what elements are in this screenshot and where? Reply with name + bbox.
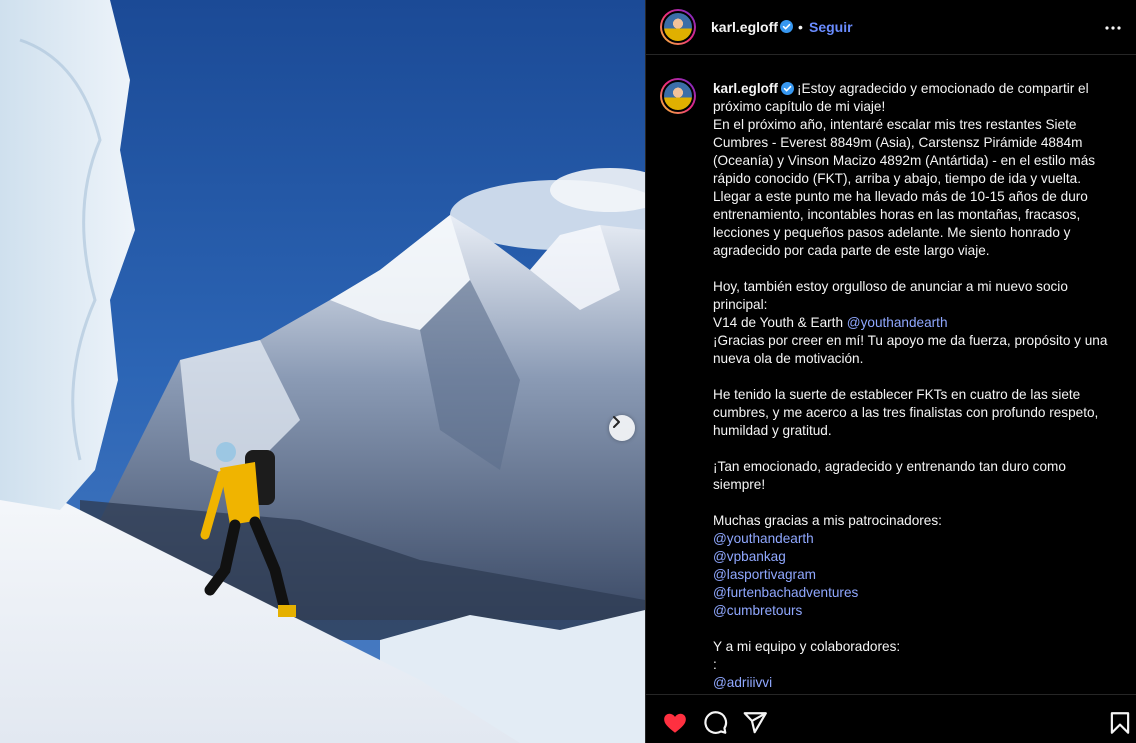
- more-options-icon[interactable]: [1101, 16, 1125, 40]
- heart-icon[interactable]: [662, 710, 688, 736]
- caption: karl.egloff ¡Estoy agradecido y emocionad…: [713, 80, 1121, 692]
- comment-icon[interactable]: [702, 710, 728, 736]
- send-icon[interactable]: [742, 710, 768, 736]
- chevron-right-icon: [613, 416, 620, 428]
- post-header: karl.egloff • Seguir: [646, 0, 1136, 55]
- username[interactable]: karl.egloff: [711, 19, 778, 35]
- caption-team-heading: Y a mi equipo y colaboradores: :: [713, 639, 901, 672]
- caption-section[interactable]: karl.egloff ¡Estoy agradecido y emocionad…: [646, 56, 1136, 694]
- mountain-photo: [0, 0, 645, 743]
- post-image[interactable]: [0, 0, 645, 743]
- post-details-panel: karl.egloff • Seguir karl.egloff ¡Estoy a…: [645, 0, 1136, 743]
- separator-dot: •: [798, 19, 803, 35]
- caption-body: ¡Estoy agradecido y emocionado de compar…: [713, 81, 1096, 330]
- sponsor-mention[interactable]: @lasportivagram: [713, 567, 816, 582]
- next-image-button[interactable]: [609, 415, 635, 441]
- mention-link[interactable]: @youthandearth: [847, 315, 948, 330]
- caption-body-2: ¡Gracias por creer en mí! Tu apoyo me da…: [713, 333, 1108, 528]
- action-bar: [646, 694, 1136, 743]
- follow-button[interactable]: Seguir: [809, 19, 853, 35]
- caption-avatar[interactable]: [660, 78, 696, 114]
- team-mention[interactable]: @adriiivvi: [713, 675, 772, 690]
- avatar[interactable]: [660, 9, 696, 45]
- sponsor-mention[interactable]: @furtenbachadventures: [713, 585, 858, 600]
- verified-badge-icon: [780, 20, 793, 33]
- caption-username[interactable]: karl.egloff: [713, 81, 778, 96]
- sponsor-mention[interactable]: @cumbretours: [713, 603, 802, 618]
- sponsor-mention[interactable]: @youthandearth: [713, 531, 814, 546]
- bookmark-icon[interactable]: [1107, 710, 1133, 736]
- sponsor-mention[interactable]: @vpbankag: [713, 549, 786, 564]
- verified-badge-icon: [780, 82, 794, 95]
